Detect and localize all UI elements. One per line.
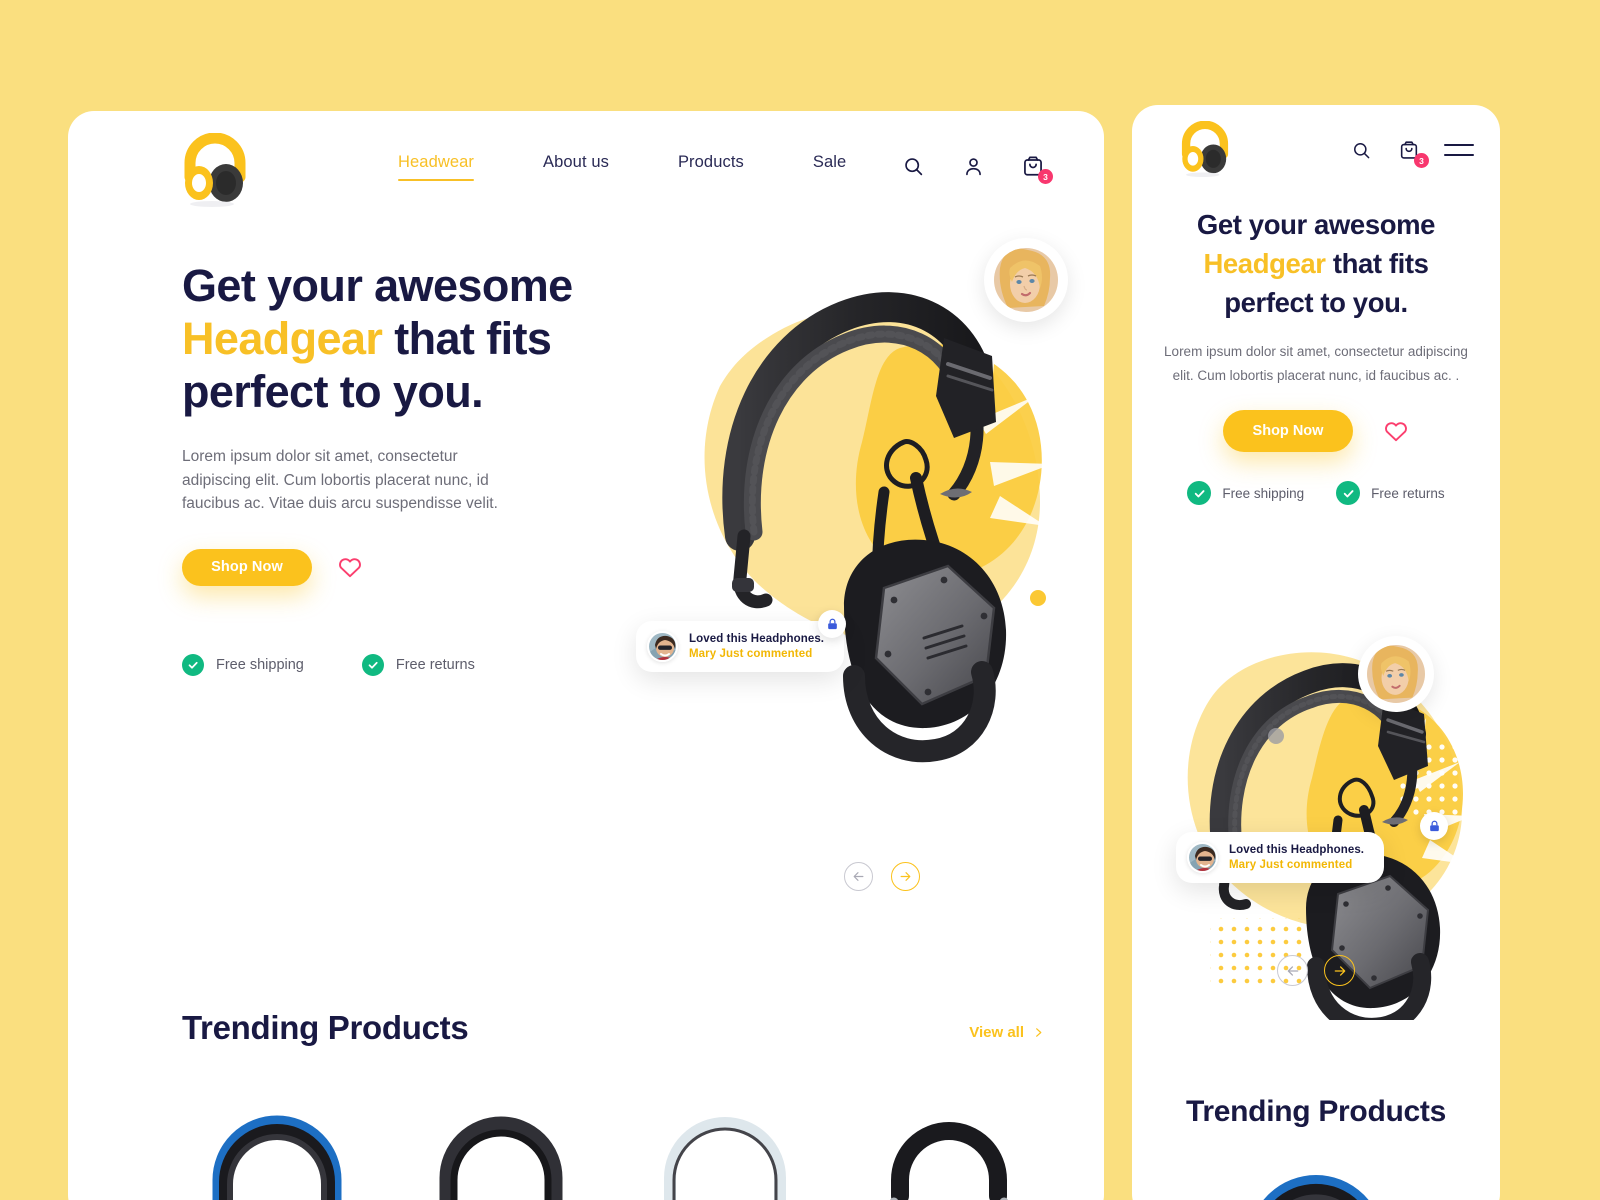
- mobile-hero-perks: Free shipping Free returns: [1152, 481, 1480, 505]
- desktop-main-nav[interactable]: Headwear About us Products Sale: [398, 153, 846, 181]
- nav-item-headwear[interactable]: Headwear: [398, 153, 475, 181]
- perk-label: Free shipping: [216, 656, 304, 673]
- mobile-hero-cta-row: Shop Now: [1152, 410, 1480, 452]
- check-icon: [1336, 481, 1361, 505]
- mobile-trending-products: [1132, 1165, 1500, 1200]
- shopping-bag-icon[interactable]: 3: [1020, 153, 1053, 184]
- cart-count-badge: 3: [1414, 153, 1429, 168]
- product-card-white-headphones[interactable]: [630, 1106, 820, 1200]
- heart-icon[interactable]: [337, 555, 363, 579]
- page-title: Get your awesome Headgear that fits perf…: [182, 259, 612, 418]
- carousel-next-button[interactable]: [891, 862, 920, 891]
- nav-item-about-us[interactable]: About us: [543, 153, 609, 181]
- perk-free-returns: Free returns: [361, 653, 475, 676]
- customer-avatar[interactable]: [984, 238, 1068, 322]
- comment-meta: Mary Just commented: [689, 648, 813, 660]
- chevron-right-icon: [1036, 1028, 1042, 1037]
- black-headphones: [439, 1116, 563, 1200]
- perk-free-returns: Free returns: [1336, 481, 1445, 505]
- comment-text-block: Loved this Headphones. Mary Just comment…: [1229, 844, 1364, 871]
- check-icon: [1187, 481, 1212, 505]
- trending-title: Trending Products: [1186, 1095, 1446, 1128]
- trending-section-header: Trending Products View all: [182, 1009, 1044, 1047]
- carousel-prev-button[interactable]: [844, 862, 873, 891]
- mobile-page-title: Get your awesome Headgear that fits perf…: [1152, 205, 1480, 322]
- hero-perks: Free shipping Free returns: [182, 653, 612, 676]
- hero-paragraph: Lorem ipsum dolor sit amet, consectetur …: [182, 448, 498, 512]
- product-card-black-headphones[interactable]: [406, 1106, 596, 1200]
- mobile-header: 3: [1132, 105, 1500, 195]
- search-icon[interactable]: [900, 153, 926, 179]
- mobile-mockup-panel: 3 Get your awesome Headgear that fits pe…: [1132, 105, 1500, 1200]
- comment-title: Loved this Headphones.: [1229, 844, 1365, 856]
- mobile-trending-section-header: Trending Products: [1132, 1095, 1500, 1129]
- comment-card[interactable]: Loved this Headphones. Mary Just comment…: [1176, 832, 1385, 883]
- product-carousel-controls: [844, 862, 920, 891]
- perk-label: Free returns: [395, 656, 475, 673]
- hero-title-line-2-rest: that fits: [382, 313, 552, 364]
- lock-icon: [818, 610, 846, 638]
- perk-free-shipping: Free shipping: [1187, 481, 1304, 505]
- carousel-next-button[interactable]: [1324, 955, 1355, 986]
- hero-title-line-3: perfect to you.: [182, 366, 484, 417]
- view-all-link[interactable]: View all: [969, 1024, 1044, 1047]
- check-icon: [361, 653, 384, 676]
- perk-label: Free shipping: [1222, 485, 1305, 501]
- carousel-prev-button[interactable]: [1277, 955, 1308, 986]
- user-icon[interactable]: [960, 153, 986, 179]
- search-icon[interactable]: [1348, 137, 1374, 163]
- heart-icon[interactable]: [1383, 419, 1409, 443]
- comment-title: Loved this Headphones.: [689, 633, 825, 645]
- desktop-product-showcase: Loved this Headphones. Mary Just comment…: [636, 206, 1068, 891]
- nav-item-sale[interactable]: Sale: [813, 153, 846, 181]
- comment-meta: Mary Just commented: [1229, 859, 1353, 871]
- headphones-logo[interactable]: [1180, 120, 1230, 177]
- lock-icon: [1420, 812, 1448, 840]
- desktop-header-actions: 3: [900, 153, 1053, 184]
- screenshot-canvas: Headwear About us Products Sale 3 Get yo…: [0, 0, 1600, 1200]
- perk-label: Free returns: [1371, 485, 1445, 501]
- product-card-blue-black-headphones[interactable]: [182, 1106, 372, 1200]
- trending-title: Trending Products: [182, 1009, 469, 1046]
- desktop-hero-copy: Get your awesome Headgear that fits perf…: [182, 259, 612, 676]
- customer-avatar[interactable]: [1358, 636, 1434, 712]
- hero-title-line-2-rest: that fits: [1325, 248, 1429, 279]
- hero-title-line-1: Get your awesome: [1196, 209, 1436, 240]
- desktop-mockup-panel: Headwear About us Products Sale 3 Get yo…: [68, 111, 1104, 1200]
- headphones-logo[interactable]: [182, 132, 248, 207]
- product-card-silver-studio-headphones[interactable]: [854, 1106, 1044, 1200]
- mobile-carousel-controls: [1132, 955, 1500, 986]
- blue-black-headphones[interactable]: [1226, 1165, 1406, 1200]
- hero-title-accent: Headgear: [1203, 248, 1326, 279]
- mobile-hero-copy: Get your awesome Headgear that fits perf…: [1152, 205, 1480, 505]
- hero-title-accent: Headgear: [182, 313, 383, 364]
- comment-text-block: Loved this Headphones. Mary Just comment…: [689, 633, 824, 660]
- shop-now-button[interactable]: Shop Now: [1222, 410, 1354, 452]
- perk-free-shipping: Free shipping: [182, 653, 304, 676]
- hero-cta-row: Shop Now: [182, 548, 612, 586]
- commenter-avatar: [1187, 842, 1218, 873]
- nav-item-products[interactable]: Products: [678, 153, 744, 181]
- avatar-image: [994, 248, 1058, 312]
- view-all-label: View all: [969, 1024, 1024, 1041]
- silver-studio-headphones: [889, 1122, 1009, 1200]
- hamburger-menu-icon[interactable]: [1444, 143, 1474, 157]
- hero-title-line-1: Get your awesome: [182, 260, 573, 311]
- shop-now-button[interactable]: Shop Now: [182, 548, 312, 586]
- blue-black-headphones: [212, 1115, 342, 1200]
- mobile-hero-paragraph: Lorem ipsum dolor sit amet, consectetur …: [1164, 344, 1468, 383]
- hero-title-line-3: perfect to you.: [1224, 287, 1408, 318]
- commenter-avatar: [647, 631, 678, 662]
- avatar-image: [1367, 645, 1425, 703]
- mobile-header-actions: 3: [1348, 137, 1474, 168]
- white-headphones: [664, 1117, 786, 1200]
- cart-count-badge: 3: [1038, 169, 1053, 184]
- check-icon: [182, 653, 204, 676]
- trending-products-grid: [182, 1106, 1044, 1200]
- shopping-bag-icon[interactable]: 3: [1396, 137, 1429, 168]
- comment-card[interactable]: Loved this Headphones. Mary Just comment…: [636, 621, 845, 672]
